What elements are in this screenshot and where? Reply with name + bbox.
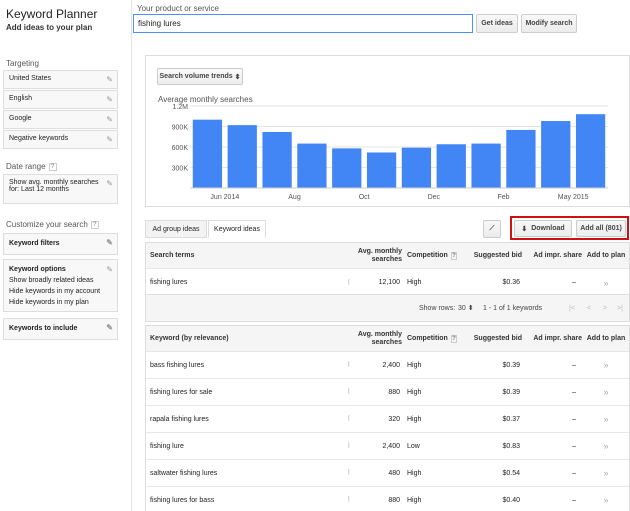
targeting-location[interactable]: United States ✎ <box>3 70 118 89</box>
rows-per-page-select[interactable]: 30 ⬍ <box>458 295 480 321</box>
bar-4[interactable] <box>332 148 362 188</box>
prev-page-icon[interactable]: < <box>582 295 596 321</box>
top-bar: Keyword Planner Add ideas to your plan Y… <box>0 0 630 52</box>
tab-ad-group-ideas[interactable]: Ad group ideas <box>145 220 207 238</box>
trend-icon[interactable]: ⦚ <box>348 379 360 405</box>
line-chart-icon: ⟋ <box>489 225 495 232</box>
pencil-icon: ✎ <box>106 238 113 247</box>
targeting-language[interactable]: English ✎ <box>3 90 118 109</box>
add-to-plan-icon[interactable]: » <box>582 487 630 511</box>
chart-panel: Search volume trends ⬍ Average monthly s… <box>145 55 630 207</box>
modify-search-button[interactable]: Modify search <box>521 14 577 33</box>
trend-icon[interactable]: ⦚ <box>348 460 360 486</box>
chart-toggle-button[interactable]: ⟋ <box>483 220 501 238</box>
keywords-to-include[interactable]: Keywords to include ✎ <box>3 318 118 340</box>
get-ideas-button[interactable]: Get ideas <box>476 14 518 33</box>
next-page-icon[interactable]: > <box>598 295 612 321</box>
bar-11[interactable] <box>575 114 606 188</box>
date-range-box[interactable]: Show avg. monthly searches for: Last 12 … <box>3 174 118 204</box>
dropdown-arrow-icon: ⬍ <box>467 305 474 312</box>
x-tick-label: Feb <box>497 194 509 201</box>
bar-2[interactable] <box>262 131 292 188</box>
trend-icon[interactable]: ⦚ <box>348 487 360 511</box>
highlight-box <box>510 216 629 240</box>
y-tick-label: 900K <box>172 125 189 132</box>
y-tick-label: 300K <box>172 166 189 173</box>
app-subtitle: Add ideas to your plan <box>6 23 93 32</box>
bar-7[interactable] <box>436 144 466 188</box>
bar-6[interactable] <box>401 147 432 188</box>
bar-8[interactable] <box>471 143 501 188</box>
add-to-plan-icon[interactable]: » <box>582 379 630 405</box>
tab-keyword-ideas[interactable]: Keyword ideas <box>208 220 266 238</box>
x-tick-label: Jun 2014 <box>210 194 239 201</box>
keyword-ideas-table: Keyword (by relevance) Avg. monthly sear… <box>145 325 630 511</box>
help-icon[interactable]: ? <box>90 220 99 229</box>
trend-icon[interactable]: ⦚ <box>348 352 360 378</box>
pencil-icon: ✎ <box>106 115 113 124</box>
add-to-plan-icon[interactable]: » <box>582 460 630 486</box>
help-icon[interactable]: ? <box>48 162 57 171</box>
pencil-icon: ✎ <box>106 75 113 84</box>
last-page-icon[interactable]: >| <box>612 295 628 321</box>
add-to-plan-icon[interactable]: » <box>582 269 630 296</box>
x-tick-label: Oct <box>359 194 370 201</box>
trend-icon[interactable]: ⦚ <box>348 269 360 296</box>
targeting-network[interactable]: Google ✎ <box>3 110 118 129</box>
trend-icon[interactable]: ⦚ <box>348 433 360 459</box>
targeting-negative-keywords[interactable]: Negative keywords ✎ <box>3 130 118 149</box>
table-header: Search terms Avg. monthly searches Compe… <box>146 243 629 268</box>
trend-icon[interactable]: ⦚ <box>348 406 360 432</box>
pencil-icon: ✎ <box>106 135 113 144</box>
targeting-label: Targeting <box>6 59 39 68</box>
pencil-icon: ✎ <box>106 95 113 104</box>
y-tick-label: 1.2M <box>172 104 188 111</box>
x-tick-label: May 2015 <box>558 194 589 201</box>
product-input[interactable] <box>133 14 473 33</box>
search-terms-table: Search terms Avg. monthly searches Compe… <box>145 242 630 295</box>
monthly-searches-chart: 300K 600K 900K 1.2M Jun 2014 Aug Oct Dec Feb May … <box>172 104 608 201</box>
add-to-plan-icon[interactable]: » <box>582 433 630 459</box>
bar-0[interactable] <box>192 119 223 188</box>
table-row: fishing lures for sale ⦚ 880 High $0.39–» <box>146 378 629 405</box>
bar-5[interactable] <box>366 152 397 188</box>
table-row: fishing lure ⦚ 2,400 Low $0.83–» <box>146 432 629 459</box>
table-header: Keyword (by relevance) Avg. monthly sear… <box>146 326 629 351</box>
table-row: saltwater fishing lures ⦚ 480 High $0.54–» <box>146 459 629 486</box>
pencil-icon: ✎ <box>106 265 113 274</box>
pagination-bar: Show rows: 30 ⬍ 1 - 1 of 1 keywords |< <… <box>145 295 630 322</box>
keyword-filters[interactable]: Keyword filters ✎ <box>3 233 118 255</box>
pencil-icon: ✎ <box>106 323 113 332</box>
table-row: bass fishing lures ⦚ 2,400 High $0.39–» <box>146 351 629 378</box>
date-range-label: Date range? <box>6 162 57 171</box>
table-row: fishing lures ⦚ 12,100 High $0.36 – » <box>146 268 629 296</box>
table-row: rapala fishing lures ⦚ 320 High $0.37–» <box>146 405 629 432</box>
product-label: Your product or service <box>137 4 219 13</box>
y-tick-label: 600K <box>172 145 189 152</box>
bar-9[interactable] <box>506 129 536 188</box>
help-icon[interactable]: ? <box>450 334 457 343</box>
customize-label: Customize your search? <box>6 220 99 229</box>
bar-10[interactable] <box>541 121 571 188</box>
table-row: fishing lures for bass ⦚ 880 High $0.40–» <box>146 486 629 511</box>
bar-3[interactable] <box>297 143 327 188</box>
x-tick-label: Aug <box>288 194 301 201</box>
x-tick-label: Dec <box>428 194 441 201</box>
sidebar-divider <box>131 0 132 511</box>
first-page-icon[interactable]: |< <box>564 295 580 321</box>
add-to-plan-icon[interactable]: » <box>582 406 630 432</box>
help-icon[interactable]: ? <box>450 251 457 260</box>
add-to-plan-icon[interactable]: » <box>582 352 630 378</box>
bar-1[interactable] <box>227 125 257 188</box>
app-title: Keyword Planner <box>6 7 98 21</box>
keyword-options[interactable]: Keyword options Show broadly related ide… <box>3 259 118 312</box>
pencil-icon: ✎ <box>106 179 113 188</box>
